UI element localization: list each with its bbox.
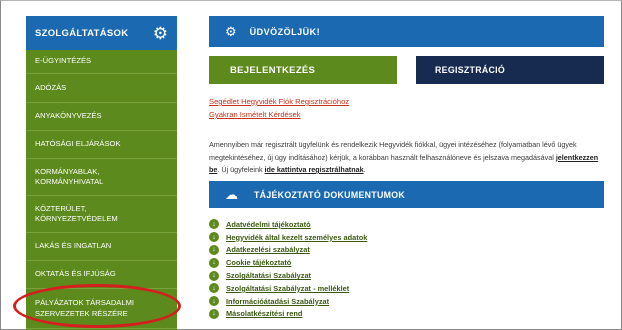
documents-title: TÁJÉKOZTATÓ DOKUMENTUMOK — [254, 189, 406, 200]
list-item: ↓ Cookie tájékoztató — [209, 256, 367, 269]
sidebar-item-e-ugyintezes[interactable]: E-ÜGYINTÉZÉS — [26, 50, 177, 74]
cloud-download-icon: ☁ — [225, 186, 238, 202]
login-info-paragraph: Amennyiben már regisztrált ügyfelünk és … — [209, 139, 609, 177]
documents-list: ↓ Adatvédelmi tájékoztató ↓ Hegyvidék álta… — [209, 218, 367, 320]
download-arrow-icon: ↓ — [209, 257, 219, 268]
paragraph-text-2: . Új ügyfeleink — [217, 165, 265, 174]
register-button[interactable]: REGISZTRÁCIÓ — [416, 56, 604, 84]
document-link-adatkezelesi[interactable]: Adatkezelési szabályzat — [226, 245, 310, 254]
list-item: ↓ Információátadási Szabályzat — [209, 295, 367, 308]
download-arrow-icon: ↓ — [209, 308, 219, 319]
document-link-szolgaltatasi[interactable]: Szolgáltatási Szabályzat — [226, 271, 311, 280]
download-arrow-icon: ↓ — [209, 296, 219, 307]
list-item: ↓ Szolgáltatási Szabályzat — [209, 269, 367, 282]
paragraph-text-3: . — [363, 165, 366, 174]
sidebar-title: SZOLGÁLTATÁSOK — [35, 27, 129, 39]
list-item: ↓ Másolatkészítési rend — [209, 308, 367, 321]
services-sidebar: SZOLGÁLTATÁSOK ⚙ E-ÜGYINTÉZÉS ADÓZÁS ANY… — [26, 16, 177, 330]
document-link-szemelyes-adatok[interactable]: Hegyvidék által kezelt személyes adatok — [226, 233, 367, 242]
list-item: ↓ Hegyvidék által kezelt személyes adatok — [209, 231, 367, 244]
document-link-informacioatadasi[interactable]: Információátadási Szabályzat — [226, 297, 329, 306]
download-arrow-icon: ↓ — [209, 219, 219, 230]
faq-link[interactable]: Gyakran Ismételt Kérdések — [209, 110, 301, 119]
document-link-szolgaltatasi-melleklet[interactable]: Szolgáltatási Szabályzat - melléklet — [226, 284, 349, 293]
gear-icon: ⚙ — [225, 23, 237, 39]
document-link-cookie[interactable]: Cookie tájékoztató — [226, 258, 291, 267]
welcome-header: ⚙ ÜDVÖZÖLJÜK! — [209, 16, 604, 47]
document-link-masolatkeszitesi[interactable]: Másolatkészítési rend — [226, 309, 302, 318]
download-arrow-icon: ↓ — [209, 270, 219, 281]
red-highlight-ellipse — [13, 284, 181, 328]
sidebar-item-kormanyablak[interactable]: KORMÁNYABLAK, KORMÁNYHIVATAL — [26, 159, 177, 196]
download-arrow-icon: ↓ — [209, 232, 219, 243]
sidebar-item-anyakonyvezes[interactable]: ANYAKÖNYVEZÉS — [26, 103, 177, 131]
login-button[interactable]: BEJELENTKEZÉS — [209, 56, 397, 84]
gears-icon: ⚙ — [152, 23, 168, 43]
registration-guide-link[interactable]: Segédlet Hegyvidék Fiók Regisztrációhoz — [209, 97, 349, 106]
documents-header: ☁ TÁJÉKOZTATÓ DOKUMENTUMOK — [209, 181, 604, 208]
download-arrow-icon: ↓ — [209, 244, 219, 255]
list-item: ↓ Adatvédelmi tájékoztató — [209, 218, 367, 231]
register-inline-link[interactable]: ide kattintva regisztrálhatnak — [265, 165, 364, 174]
sidebar-header: SZOLGÁLTATÁSOK ⚙ — [26, 16, 177, 50]
sidebar-item-lakas-es-ingatlan[interactable]: LAKÁS ÉS INGATLAN — [26, 233, 177, 261]
welcome-title: ÜDVÖZÖLJÜK! — [249, 26, 321, 37]
sidebar-item-hatosagi-eljarasok[interactable]: HATÓSÁGI ELJÁRÁSOK — [26, 131, 177, 159]
list-item: ↓ Adatkezelési szabályzat — [209, 244, 367, 257]
paragraph-text-1: Amennyiben már regisztrált ügyfelünk és … — [209, 140, 577, 162]
list-item: ↓ Szolgáltatási Szabályzat - melléklet — [209, 282, 367, 295]
document-link-adatvedelmi[interactable]: Adatvédelmi tájékoztató — [226, 220, 311, 229]
sidebar-item-adozas[interactable]: ADÓZÁS — [26, 74, 177, 103]
download-arrow-icon: ↓ — [209, 283, 219, 294]
sidebar-item-kozterulet[interactable]: KÖZTERÜLET, KÖRNYEZETVÉDELEM — [26, 196, 177, 233]
